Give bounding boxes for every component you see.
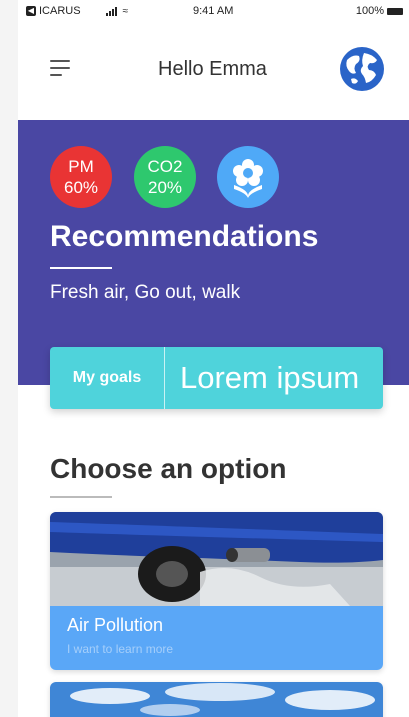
carrier-logo-icon: ◀ bbox=[26, 6, 36, 16]
status-bar-right: 100% bbox=[356, 5, 403, 17]
recommendations-banner: PM 60% CO2 20% Recommendations Fresh air… bbox=[18, 120, 409, 385]
my-goals-button[interactable]: My goals Lorem ipsum bbox=[50, 347, 383, 409]
top-bar: Hello Emma bbox=[18, 22, 409, 120]
car-exhaust-image bbox=[50, 512, 383, 606]
status-bar-left: ◀ ICARUS ≈ bbox=[26, 5, 128, 17]
carrier-name: ICARUS bbox=[39, 5, 81, 17]
section-heading: Choose an option bbox=[50, 453, 287, 484]
option-card-title: Air Pollution bbox=[67, 615, 164, 635]
battery-percent: 100% bbox=[355, 5, 384, 17]
battery-icon bbox=[387, 7, 403, 15]
option-card-footer: Air Pollution I want to learn more bbox=[50, 606, 383, 670]
recommendations-title: Recommendations bbox=[50, 220, 319, 253]
my-goals-label: My goals bbox=[72, 369, 142, 386]
status-bar: ◀ ICARUS ≈ 9:41 AM 100% bbox=[18, 0, 409, 22]
co2-label: CO2 bbox=[147, 157, 183, 176]
co2-value: 20% bbox=[147, 178, 183, 197]
option-card-sky[interactable] bbox=[50, 682, 383, 717]
app-screen: ◀ ICARUS ≈ 9:41 AM 100% Hello Emma PM 60… bbox=[18, 0, 409, 717]
pm-label: PM bbox=[68, 157, 94, 176]
title-underline bbox=[50, 267, 112, 269]
globe-icon[interactable] bbox=[339, 46, 385, 92]
status-time: 9:41 AM bbox=[193, 5, 234, 17]
flower-icon bbox=[233, 159, 263, 198]
wifi-icon: ≈ bbox=[122, 5, 129, 17]
option-card-air-pollution[interactable]: Air Pollution I want to learn more bbox=[50, 512, 383, 670]
option-card-subtitle: I want to learn more bbox=[67, 642, 174, 656]
sky-image bbox=[50, 682, 383, 717]
pm-indicator: PM 60% bbox=[50, 146, 112, 208]
greeting-title: Hello Emma bbox=[158, 58, 267, 80]
hamburger-menu-icon[interactable] bbox=[50, 58, 72, 78]
signal-icon bbox=[105, 6, 117, 16]
recommendations-text: Fresh air, Go out, walk bbox=[50, 282, 241, 303]
pm-value: 60% bbox=[63, 178, 99, 197]
goals-divider bbox=[164, 347, 165, 409]
my-goals-value: Lorem ipsum bbox=[180, 360, 360, 395]
heading-underline bbox=[50, 496, 112, 498]
flower-button[interactable] bbox=[217, 146, 279, 208]
background-strip bbox=[0, 0, 18, 717]
co2-indicator: CO2 20% bbox=[134, 146, 196, 208]
